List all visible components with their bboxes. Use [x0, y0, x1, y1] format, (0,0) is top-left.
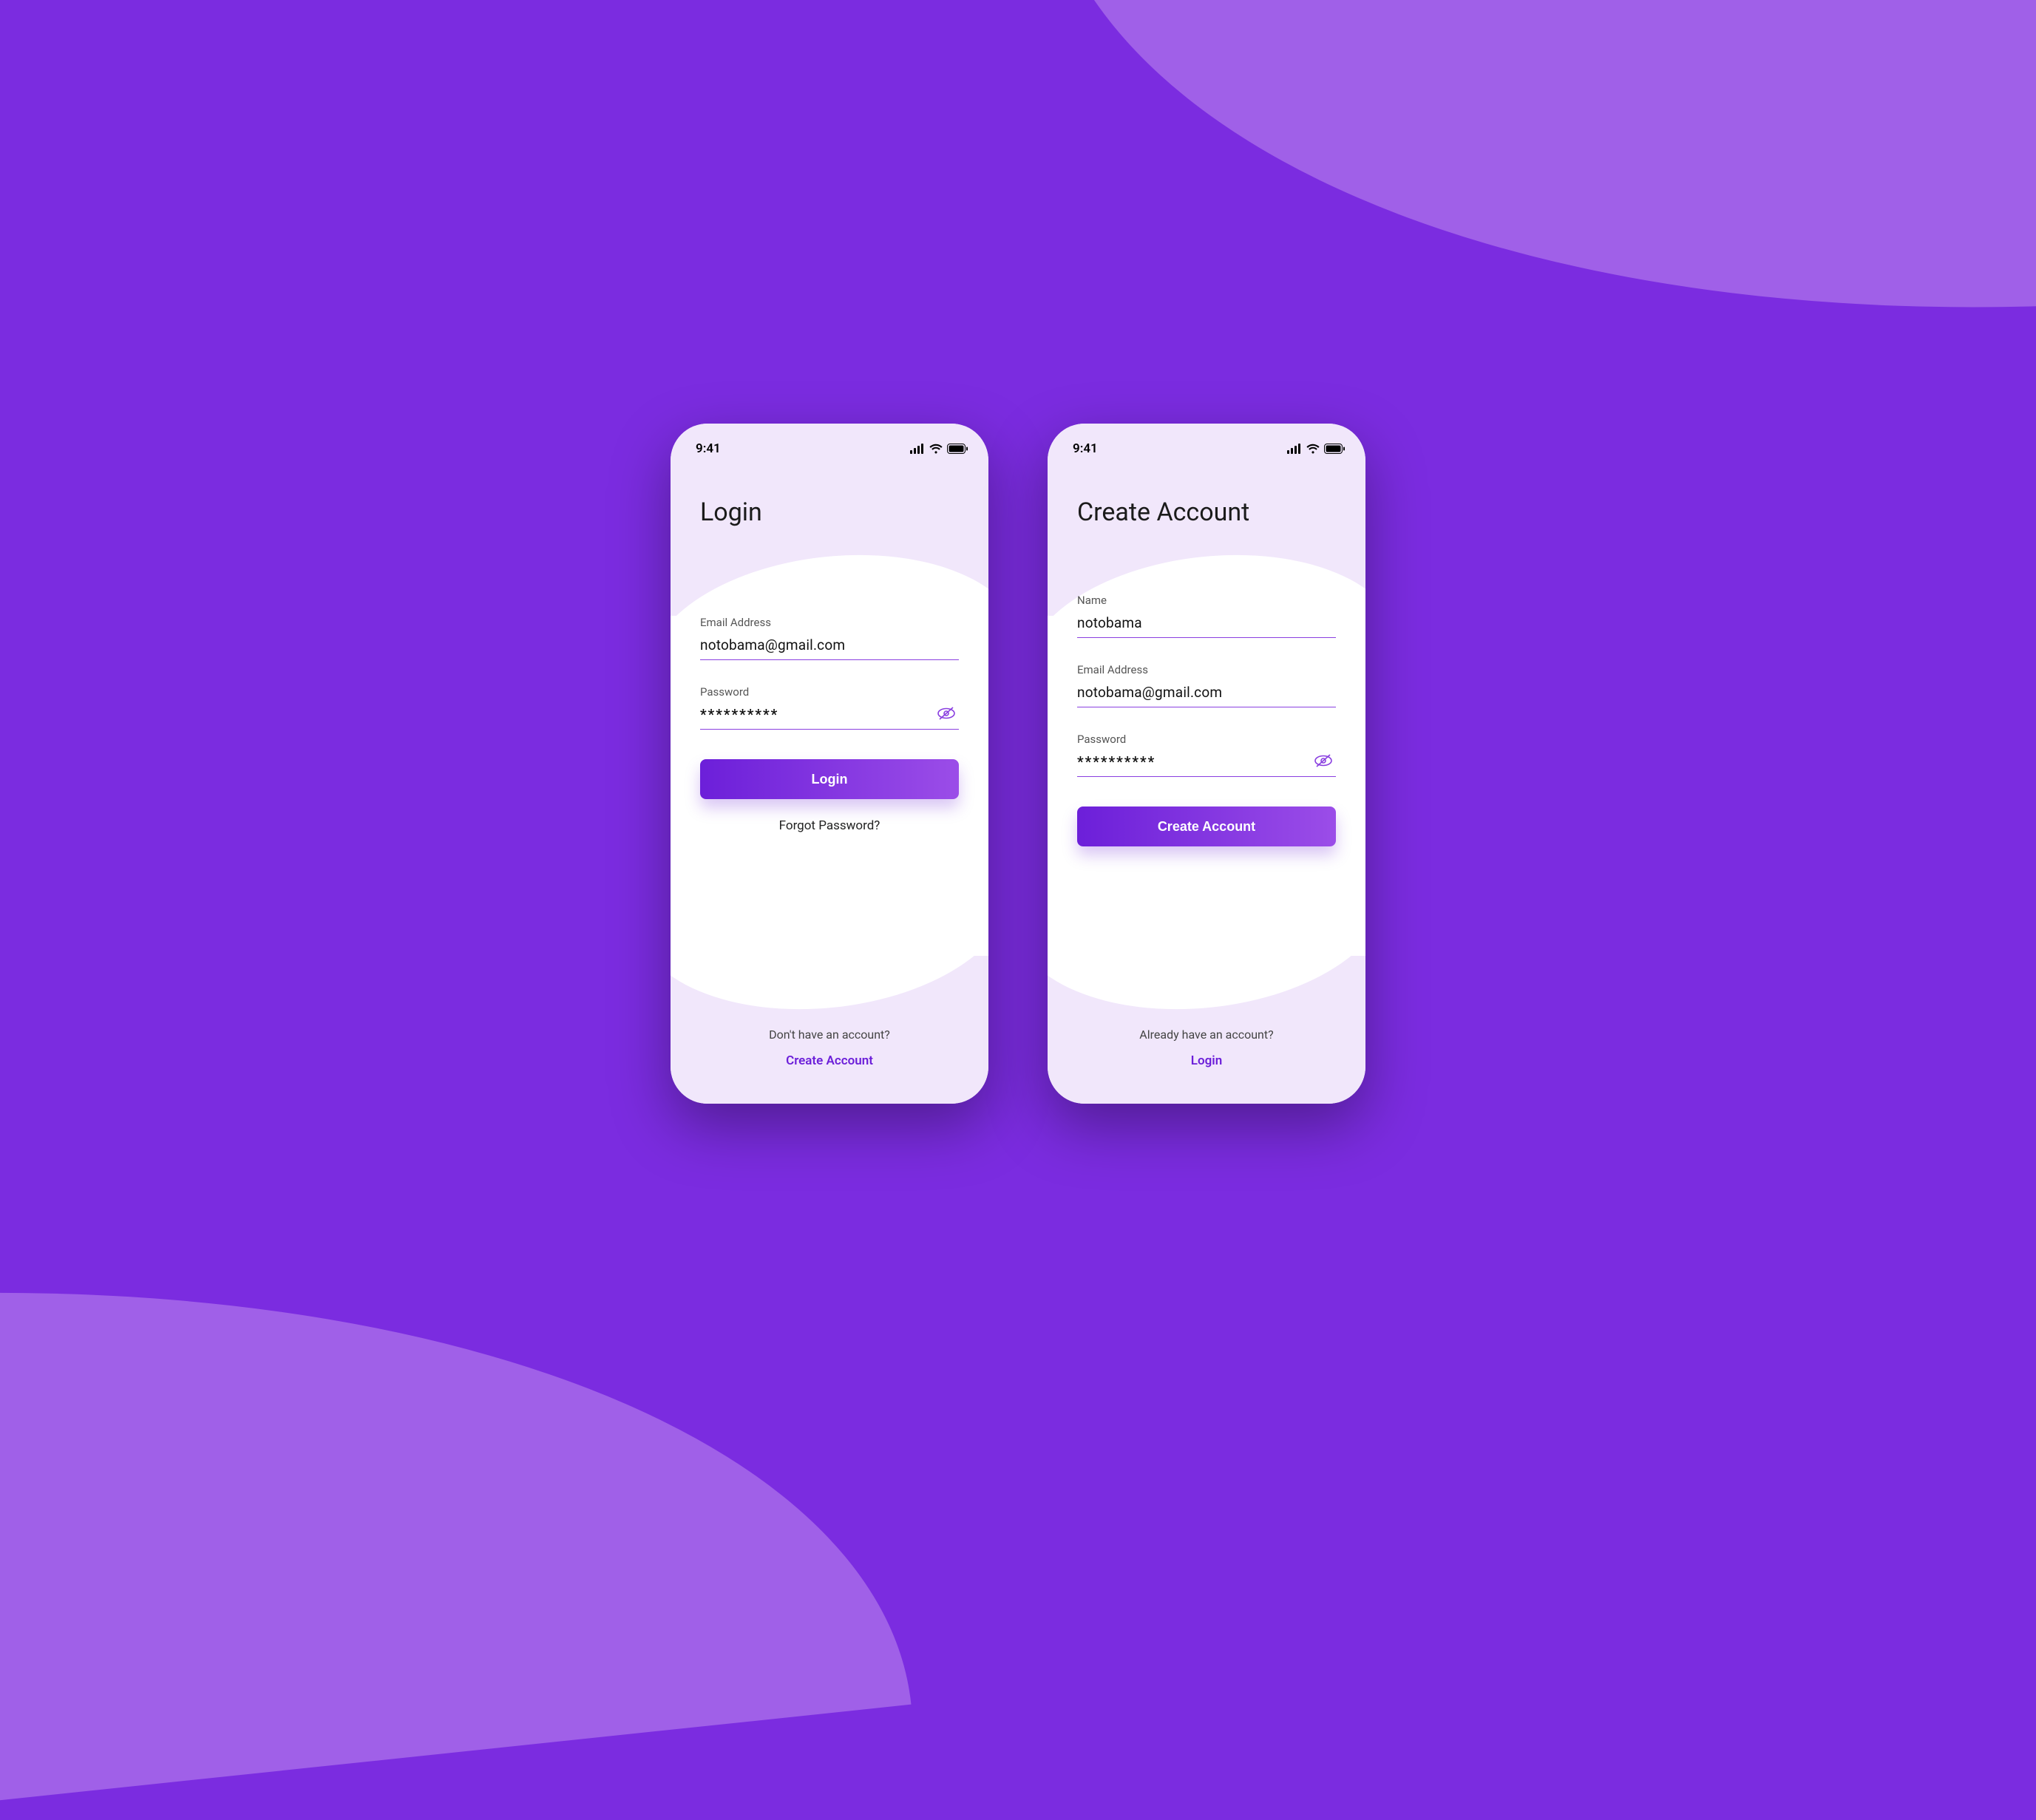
page-title: Login	[671, 461, 988, 527]
password-input[interactable]	[1077, 753, 1311, 770]
cellular-icon	[1287, 444, 1302, 454]
phone-signup: 9:41 Create Account Name	[1048, 424, 1365, 1104]
create-account-link[interactable]: Create Account	[671, 1053, 988, 1068]
email-field-group: Email Address	[700, 616, 959, 660]
login-footer: Don't have an account? Create Account	[671, 1028, 988, 1104]
signup-footer: Already have an account? Login	[1048, 1028, 1365, 1104]
toggle-password-visibility-button[interactable]	[1311, 753, 1336, 770]
name-label: Name	[1077, 594, 1336, 607]
email-input[interactable]	[1077, 684, 1336, 701]
login-link[interactable]: Login	[1048, 1053, 1365, 1068]
toggle-password-visibility-button[interactable]	[934, 706, 959, 723]
password-field-group: Password	[700, 685, 959, 730]
email-label: Email Address	[700, 616, 959, 629]
signup-form: Name Email Address Password	[1048, 594, 1365, 1028]
email-label: Email Address	[1077, 663, 1336, 676]
cellular-icon	[910, 444, 925, 454]
password-label: Password	[1077, 733, 1336, 746]
status-bar: 9:41	[1048, 424, 1365, 461]
login-button[interactable]: Login	[700, 759, 959, 799]
name-input[interactable]	[1077, 614, 1336, 631]
create-account-button[interactable]: Create Account	[1077, 807, 1336, 846]
eye-off-icon	[937, 712, 956, 723]
login-form: Email Address Password Login Forgot Pa	[671, 616, 988, 1028]
forgot-password-link[interactable]: Forgot Password?	[700, 818, 959, 833]
footer-question: Don't have an account?	[671, 1028, 988, 1042]
password-field-group: Password	[1077, 733, 1336, 777]
email-input[interactable]	[700, 636, 959, 653]
battery-icon	[947, 444, 968, 454]
email-field-group: Email Address	[1077, 663, 1336, 707]
wifi-icon	[929, 444, 943, 454]
password-input[interactable]	[700, 706, 934, 723]
page-title: Create Account	[1048, 461, 1365, 527]
stage: 9:41 Login Email Address	[0, 0, 2036, 1527]
status-bar: 9:41	[671, 424, 988, 461]
wifi-icon	[1306, 444, 1320, 454]
phone-login: 9:41 Login Email Address	[671, 424, 988, 1104]
status-time: 9:41	[1073, 441, 1098, 456]
footer-question: Already have an account?	[1048, 1028, 1365, 1042]
name-field-group: Name	[1077, 594, 1336, 638]
password-label: Password	[700, 685, 959, 699]
eye-off-icon	[1314, 759, 1333, 770]
battery-icon	[1324, 444, 1345, 454]
status-time: 9:41	[696, 441, 721, 456]
